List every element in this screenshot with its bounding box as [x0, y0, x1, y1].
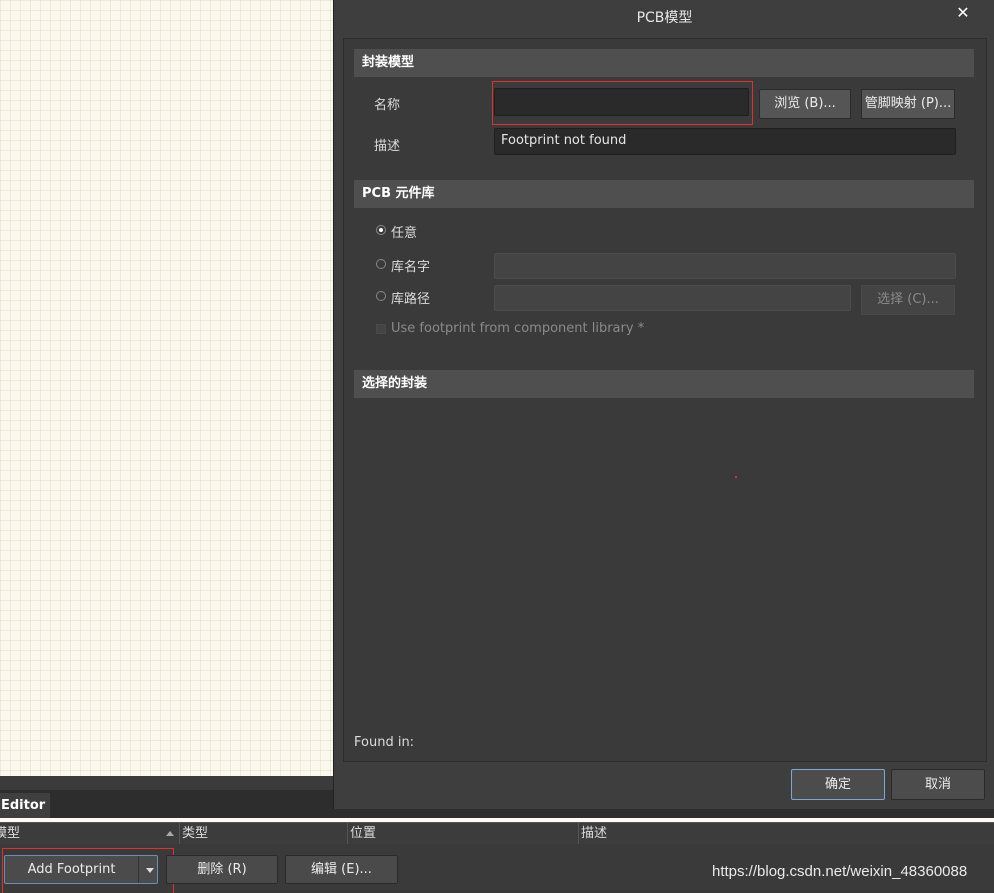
section-pcb-library: PCB 元件库	[354, 180, 974, 208]
cancel-button[interactable]: 取消	[891, 769, 985, 800]
close-icon[interactable]: ✕	[954, 4, 972, 22]
description-field[interactable]: Footprint not found	[494, 128, 956, 155]
name-label: 名称	[374, 98, 401, 113]
radio-lib-name[interactable]	[376, 259, 386, 269]
use-footprint-checkbox[interactable]	[376, 324, 386, 334]
lib-path-field[interactable]	[494, 285, 851, 311]
radio-lib-path[interactable]	[376, 291, 386, 301]
watermark-text: https://blog.csdn.net/weixin_48360088	[712, 863, 968, 880]
description-label: 描述	[374, 139, 401, 154]
dialog-title: PCB模型	[636, 10, 693, 26]
canvas-divider	[0, 776, 333, 790]
dialog-body: 封装模型 名称 浏览 (B)... 管脚映射 (P)... 描述 Footpri…	[343, 38, 987, 762]
pcb-model-dialog: PCB模型 ✕ 封装模型 名称 浏览 (B)... 管脚映射 (P)... 描述…	[333, 0, 994, 809]
radio-lib-path-label[interactable]: 库路径	[391, 288, 430, 307]
schematic-canvas[interactable]	[0, 0, 333, 776]
highlight-box-add-footprint	[2, 848, 174, 893]
found-in-label: Found in:	[354, 735, 415, 750]
sort-ascending-icon	[166, 831, 174, 836]
radio-any[interactable]	[376, 225, 386, 235]
column-header-description[interactable]: 描述	[579, 823, 994, 845]
choose-button[interactable]: 选择 (C)...	[861, 285, 955, 315]
delete-button[interactable]: 删除 (R)	[166, 855, 278, 884]
tab-editor[interactable]: Editor	[0, 793, 50, 818]
column-header-model[interactable]: 模型	[0, 823, 180, 845]
column-header-location[interactable]: 位置	[348, 823, 579, 845]
edit-button[interactable]: 编辑 (E)...	[285, 855, 398, 884]
pin-map-button[interactable]: 管脚映射 (P)...	[861, 89, 955, 119]
column-header-type[interactable]: 类型	[180, 823, 348, 845]
ok-button[interactable]: 确定	[791, 769, 885, 800]
preview-marker	[735, 476, 737, 478]
section-selected-footprint: 选择的封装	[354, 370, 974, 398]
radio-any-label[interactable]: 任意	[391, 222, 417, 241]
radio-lib-name-label[interactable]: 库名字	[391, 256, 430, 275]
models-grid-header: 模型 类型 位置 描述	[0, 822, 994, 845]
section-footprint-model: 封装模型	[354, 49, 974, 77]
browse-button[interactable]: 浏览 (B)...	[759, 89, 851, 119]
lib-name-field[interactable]	[494, 253, 956, 279]
footprint-preview-area	[354, 399, 974, 729]
highlight-box-name	[492, 81, 753, 125]
use-footprint-label[interactable]: Use footprint from component library *	[391, 321, 644, 336]
